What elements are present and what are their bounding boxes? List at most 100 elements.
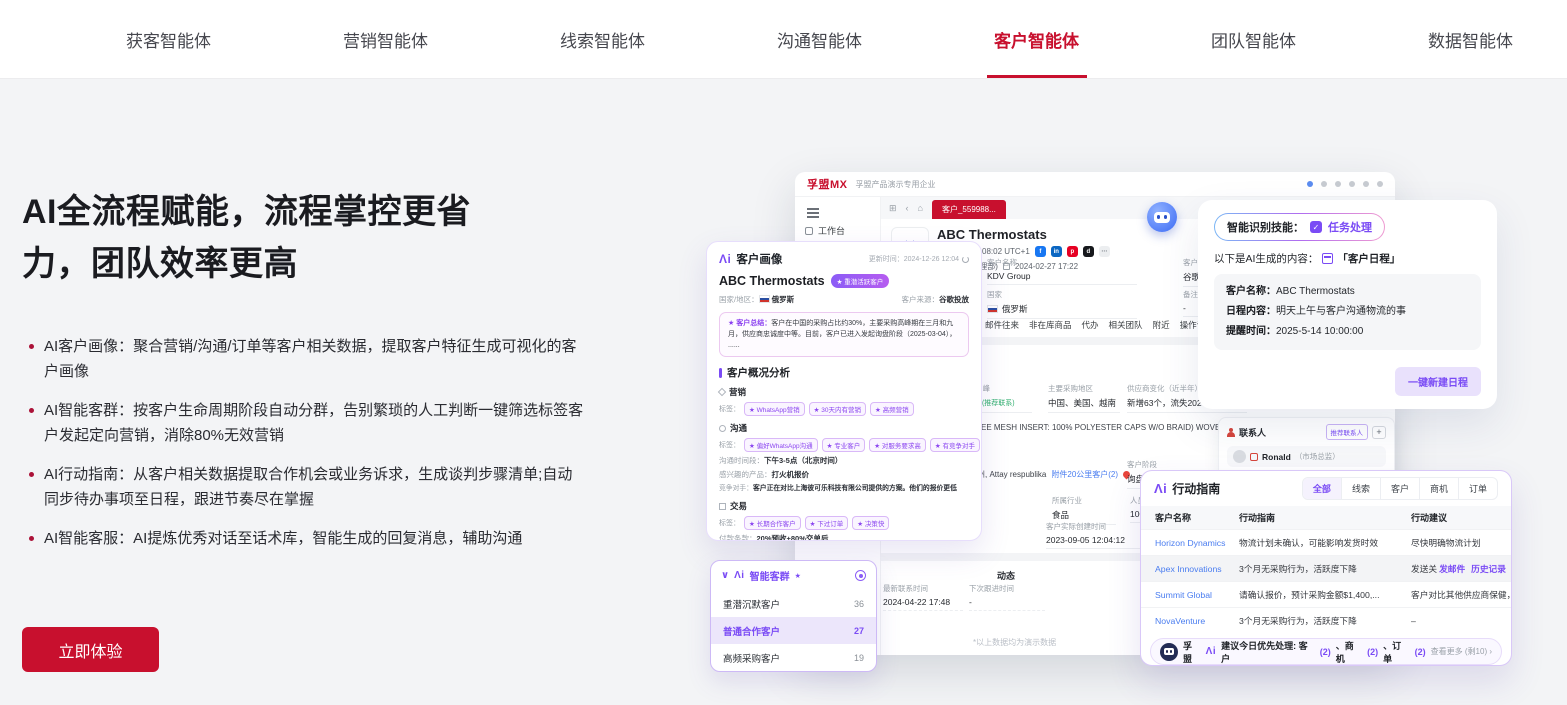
table-row[interactable]: Summit Global 请确认报价，预计采购金额$1,400,... 客户对… <box>1141 581 1511 607</box>
doc-title: 「客户日程」 <box>1337 251 1400 266</box>
back-icon[interactable]: ‹ <box>906 203 909 213</box>
filter-tab-all[interactable]: 全部 <box>1303 478 1341 499</box>
add-contact-button[interactable]: + <box>1372 426 1386 439</box>
count-badge: (2) <box>1320 647 1331 657</box>
ai-assistant-avatar[interactable] <box>1147 202 1177 232</box>
tag-pill[interactable]: ★ WhatsApp营销 <box>744 402 805 416</box>
russia-flag-icon <box>759 295 770 303</box>
tag-pill[interactable]: ★ 决策快 <box>852 516 889 530</box>
nav-tab-customer[interactable]: 客户智能体 <box>986 0 1087 78</box>
sidebar-item-workbench[interactable]: 工作台 <box>795 218 880 243</box>
field-value: KDV Group <box>987 271 1137 285</box>
history-link[interactable]: 历史记录 <box>1471 562 1506 575</box>
tab-products[interactable]: 非在库商品 <box>1029 319 1072 331</box>
filter-tab-leads[interactable]: 线索 <box>1341 478 1380 499</box>
contacts-panel: 联系人 推荐联系人 + Ronald （市场总监） <box>1218 417 1395 477</box>
customer-segment-badge: ★ 重潜活跃客户 <box>831 274 890 288</box>
tag-icon <box>718 388 726 396</box>
contacts-title: 联系人 <box>1239 426 1266 439</box>
toolbar-icon <box>1363 181 1369 187</box>
tag-pill[interactable]: ★ 长期合作客户 <box>744 516 801 530</box>
comm-field: 感兴趣的产品：打火机报价 <box>719 470 969 480</box>
grid-icon[interactable]: ⊞ <box>889 203 897 214</box>
action-guide-title: 行动指南 <box>1172 480 1220 497</box>
customer-timezone: 08:02 UTC+1 <box>982 247 1030 256</box>
nav-tab-leads[interactable]: 线索智能体 <box>552 0 653 78</box>
tag-pill[interactable]: ★ 下过订单 <box>805 516 849 530</box>
nav-tab-data[interactable]: 数据智能体 <box>1420 0 1521 78</box>
count-badge: (2) <box>1415 647 1426 657</box>
linkedin-icon[interactable]: in <box>1051 246 1062 257</box>
tab-nearby[interactable]: 附近 <box>1153 319 1170 331</box>
filter-tab-order[interactable]: 订单 <box>1458 478 1497 499</box>
nav-tab-communication[interactable]: 沟通智能体 <box>769 0 870 78</box>
view-more-link[interactable]: 查看更多 (剩10) › <box>1431 646 1492 657</box>
group-marketing: 营销 标签： ★ WhatsApp营销 ★ 30天内有营销 ★ 高频营销 <box>719 386 969 416</box>
pinterest-icon[interactable]: p <box>1067 246 1078 257</box>
send-email-link[interactable]: 发邮件 <box>1439 562 1465 575</box>
top-nav: 获客智能体 营销智能体 线索智能体 沟通智能体 客户智能体 团队智能体 数据智能… <box>0 0 1567 79</box>
field-label: 国家 <box>987 289 1137 300</box>
group-communication: 沟通 标签： ★ 偏好WhatsApp沟通 ★ 专业客户 ★ 对服务要求高 ★ … <box>719 422 969 494</box>
table-row[interactable]: NovaVenture 3个月无采购行为，活跃度下降 – <box>1141 607 1511 633</box>
checkbox-icon: ✓ <box>1310 221 1322 233</box>
facebook-icon[interactable]: f <box>1035 246 1046 257</box>
open-document-tab[interactable]: 客户_559988... <box>932 200 1006 219</box>
refresh-icon[interactable] <box>962 256 969 263</box>
tags-label: 标签： <box>719 404 740 414</box>
window-toolbar-icons[interactable] <box>1307 181 1383 187</box>
ai-logo-icon: Λi <box>1206 646 1216 657</box>
nav-tab-marketing[interactable]: 营销智能体 <box>335 0 436 78</box>
tab-todo[interactable]: 代办 <box>1082 319 1099 331</box>
segment-row-silent[interactable]: 重潜沉默客户36 <box>711 590 876 617</box>
gear-icon[interactable] <box>855 570 866 581</box>
try-now-button[interactable]: 立即体验 <box>22 627 159 672</box>
window-chrome: 孚盟MX 孚盟产品演示专用企业 <box>795 172 1395 197</box>
russia-flag-icon <box>987 305 998 313</box>
robot-face-icon <box>1154 212 1170 223</box>
home-icon[interactable]: ⌂ <box>918 203 923 213</box>
nav-tab-acquisition[interactable]: 获客智能体 <box>118 0 219 78</box>
nearby-customers-link[interactable]: 附件20公里客户(2) <box>1051 469 1118 480</box>
feature-item-service: AI智能客服：AI提炼优秀对话至话术库，智能生成的回复消息，辅助沟通 <box>22 526 584 551</box>
nav-tab-team[interactable]: 团队智能体 <box>1203 0 1304 78</box>
profile-customer-name: ABC Thermostats <box>719 274 825 288</box>
filter-tab-customer[interactable]: 客户 <box>1380 478 1419 499</box>
tag-pill[interactable]: ★ 高频营销 <box>870 402 914 416</box>
tag-pill[interactable]: ★ 对服务要求高 <box>869 438 926 452</box>
contact-row[interactable]: Ronald （市场总监） <box>1227 446 1386 467</box>
segment-row-normal[interactable]: 普通合作客户27 <box>711 617 876 644</box>
create-schedule-button[interactable]: 一键新建日程 <box>1395 367 1481 396</box>
field-country: 国家 俄罗斯 <box>987 289 1137 319</box>
tag-pill[interactable]: ★ 30天内有营销 <box>809 402 866 416</box>
profile-section-title: 客户概况分析 <box>719 365 969 380</box>
more-social-icon[interactable]: ⋯ <box>1099 246 1110 257</box>
segment-row-frequent[interactable]: 高频采购客户19 <box>711 644 876 671</box>
tag-pill[interactable]: ★ 专业客户 <box>822 438 866 452</box>
schedule-field: 日程内容：明天上午与客户沟通物流的事 <box>1226 302 1469 322</box>
tag-pill[interactable]: ★ 偏好WhatsApp沟通 <box>744 438 818 452</box>
field-value: 俄罗斯 <box>987 303 1137 319</box>
field-label: 所属行业 <box>1052 495 1116 506</box>
filter-tab-opportunity[interactable]: 商机 <box>1419 478 1458 499</box>
group-trade: 交易 标签： ★ 长期合作客户 ★ 下过订单 ★ 决策快 付款条款：20%预收+… <box>719 500 969 541</box>
table-row[interactable]: Apex Innovations 3个月无采购行为，活跃度下降 发送关 发邮件 … <box>1141 555 1511 581</box>
toolbar-icon <box>1321 181 1327 187</box>
table-row[interactable]: Horizon Dynamics 物流计划未确认，可能影响发货时效 尽快明确物流… <box>1141 529 1511 555</box>
suggestion-text: 、订单 <box>1383 639 1409 665</box>
profile-card-title: 客户画像 <box>736 251 782 267</box>
recommend-contact-button[interactable]: 推荐联系人 <box>1326 424 1369 440</box>
field-last-contact: 最新联系时间 2024-04-22 17:48 <box>883 583 963 611</box>
tab-emails[interactable]: 邮件往来 <box>985 319 1019 331</box>
tag-pill[interactable]: ★ 有竞争对手 <box>930 438 980 452</box>
profile-updated-time: 更新时间：2024-12-26 12:04 <box>869 254 969 264</box>
suggestion-text: 建议今日优先处理: 客户 <box>1221 639 1315 665</box>
tags-label: 标签： <box>719 440 740 450</box>
tiktok-icon[interactable]: d <box>1083 246 1094 257</box>
menu-icon[interactable] <box>807 212 819 214</box>
demo-data-footnote: *以上数据均为演示数据 <box>973 637 1056 648</box>
sparkle-icon: ★ <box>795 572 801 580</box>
tab-team[interactable]: 相关团队 <box>1109 319 1143 331</box>
chevron-down-icon[interactable]: ∨ <box>721 570 729 581</box>
app-logo: 孚盟MX <box>807 176 848 192</box>
